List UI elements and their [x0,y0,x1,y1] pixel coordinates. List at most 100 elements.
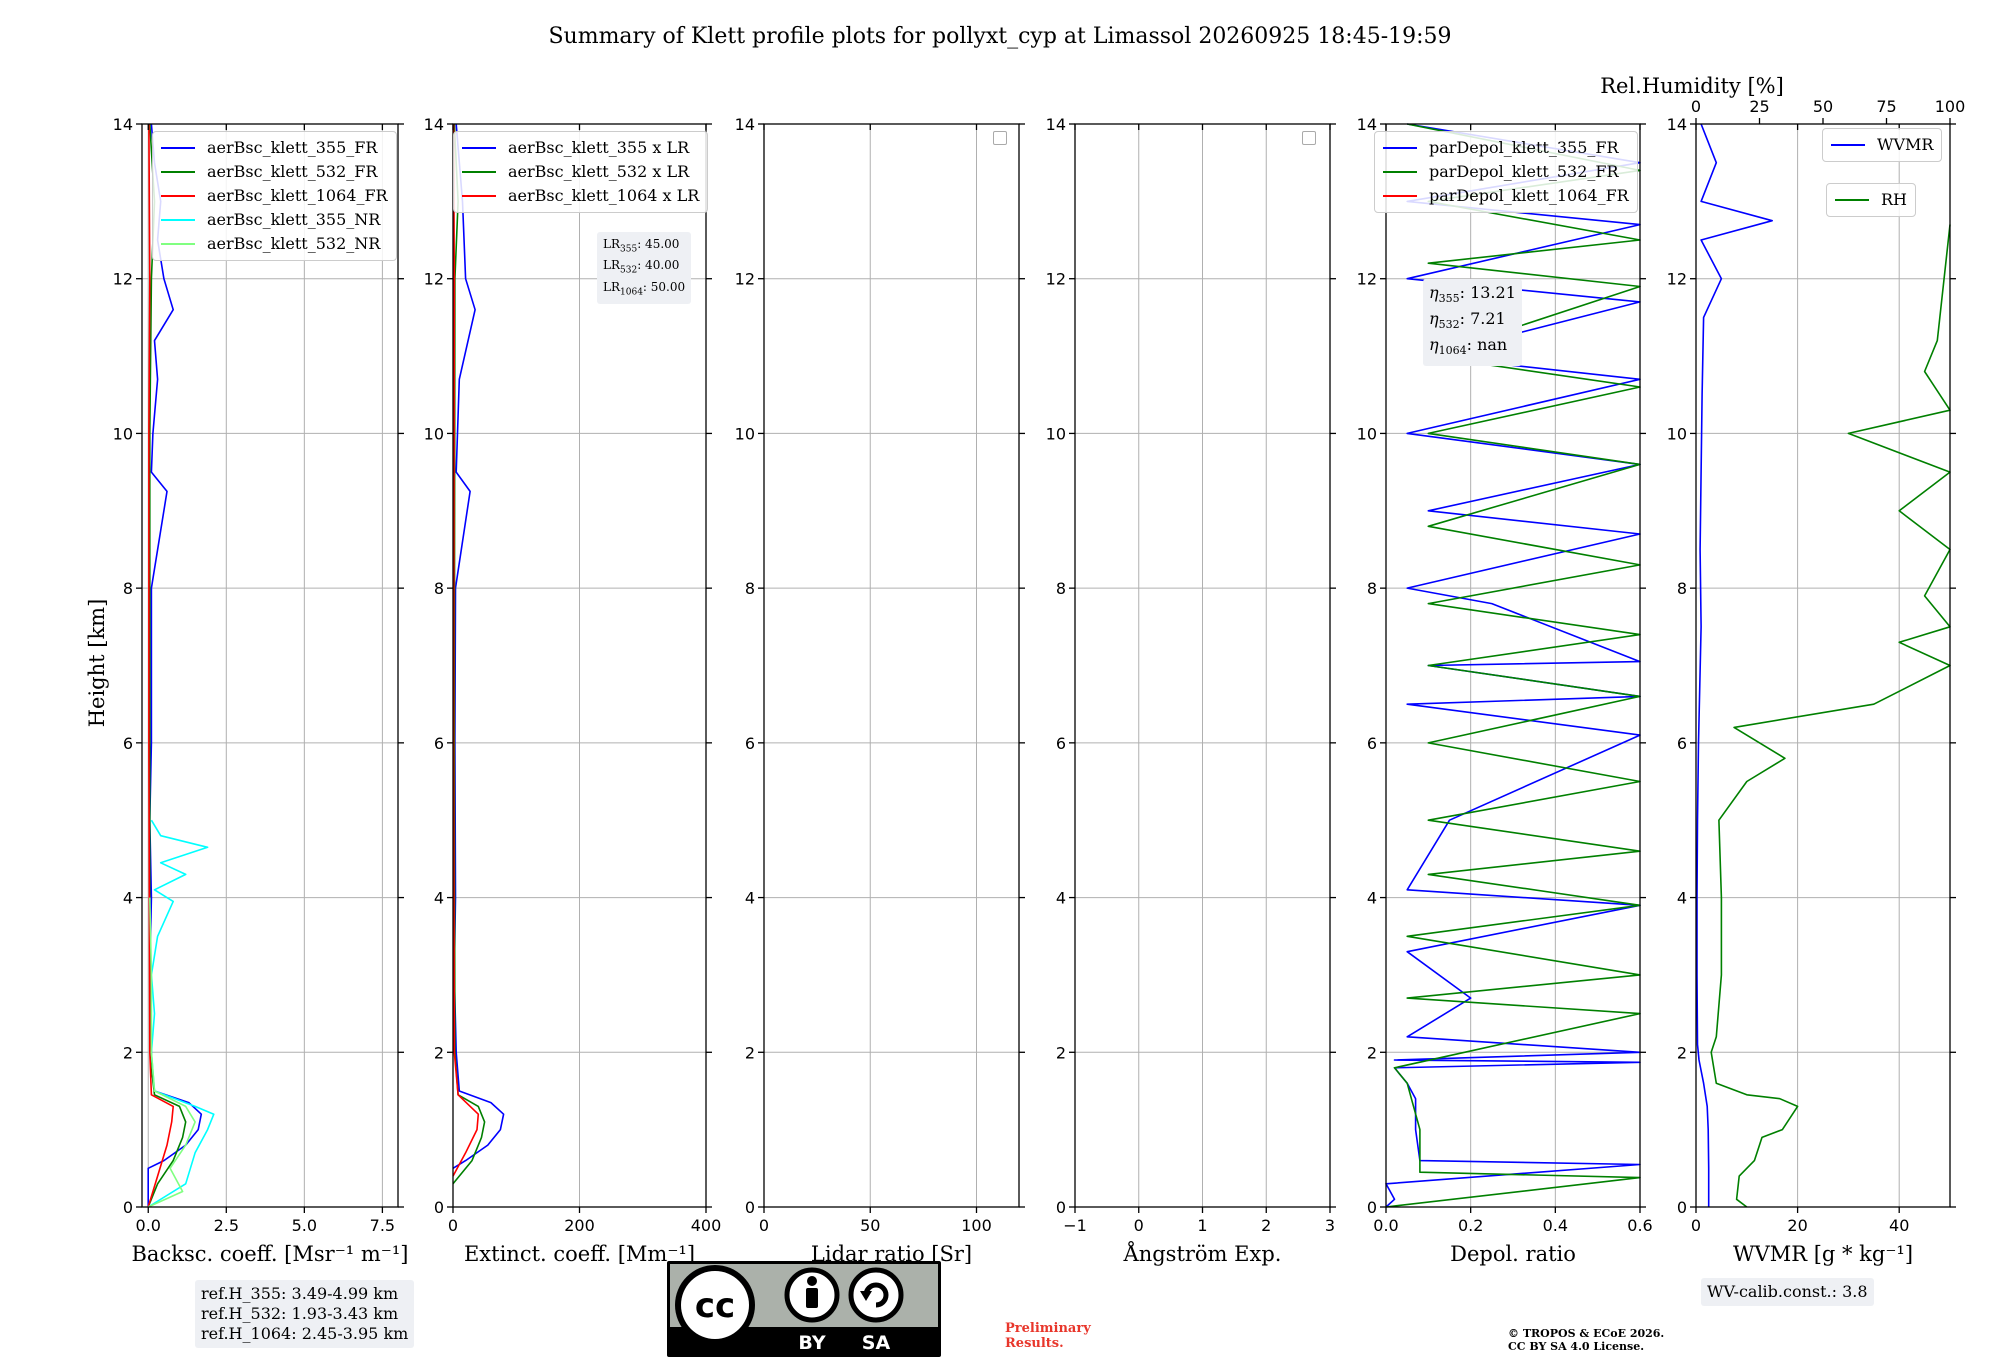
x-axis-label: Ångström Exp. [1123,1241,1282,1266]
x-axis-label: Extinct. coeff. [Mm⁻¹] [464,1242,695,1266]
depol-legend-swatch [1383,171,1417,173]
y-tick-label: 12 [1046,270,1066,289]
y-tick-label: 6 [123,734,133,753]
rh-axis-label: Rel.Humidity [%] [1600,74,1784,98]
rh-tick-label: 100 [1935,97,1966,116]
extinction-legend-label: aerBsc_klett_355 x LR [508,138,690,157]
backscatter-legend-row: aerBsc_klett_355_FR [161,136,388,160]
extinction-legend-label: aerBsc_klett_532 x LR [508,162,690,181]
extinction-legend: aerBsc_klett_355 x LR aerBsc_klett_532 x … [453,131,709,213]
y-tick-label: 14 [1357,115,1377,134]
lidar-ratio-empty-legend [993,131,1007,145]
x-tick-label: 0 [448,1216,458,1235]
x-tick-label: 0 [1691,1216,1701,1235]
rh-legend-label: RH [1881,190,1907,209]
extinction-legend-swatch [462,195,496,197]
depol-legend-label: parDepol_klett_355_FR [1429,138,1619,157]
y-tick-label: 12 [1667,270,1687,289]
series-aerbsc-klett-355-x-lr [452,123,505,1169]
backscatter-legend-row: aerBsc_klett_355_NR [161,208,388,232]
x-tick-label: 2 [1261,1216,1271,1235]
y-tick-label: 12 [424,270,444,289]
y-tick-label: 8 [123,579,133,598]
y-tick-label: 14 [735,115,755,134]
x-axis-label: WVMR [g * kg⁻¹] [1733,1242,1913,1266]
depol-legend-row: parDepol_klett_532_FR [1383,160,1629,184]
series-aerbsc-klett-532-x-lr [452,123,486,1185]
y-tick-label: 6 [1056,734,1066,753]
backscatter-legend-swatch [161,147,195,149]
copyright-note: © TROPOS & ECoE 2026. CC BY SA 4.0 Licen… [1508,1327,1664,1353]
y-tick-label: 2 [1056,1043,1066,1062]
x-tick-label: 40 [1889,1216,1909,1235]
backscatter-legend-label: aerBsc_klett_532_NR [207,234,381,253]
series-aerbsc-klett-1064-x-lr [452,123,480,1177]
svg-text:BY: BY [798,1332,825,1354]
depol-legend-swatch [1383,195,1417,197]
y-tick-label: 10 [1357,424,1377,443]
copyright-line-1: © TROPOS & ECoE 2026. [1508,1327,1665,1340]
x-tick-label: 200 [564,1216,595,1235]
series-rh [1710,224,1951,1208]
y-tick-label: 6 [1677,734,1687,753]
backscatter-legend-row: aerBsc_klett_532_NR [161,232,388,256]
y-tick-label: 12 [735,270,755,289]
y-tick-label: 14 [1046,115,1066,134]
y-tick-label: 2 [434,1043,444,1062]
rh-tick-label: 25 [1749,97,1769,116]
x-tick-label: 100 [961,1216,992,1235]
extinction-legend-swatch [462,147,496,149]
extinction-legend-row: aerBsc_klett_355 x LR [462,136,699,160]
x-tick-label: 0.6 [1627,1216,1652,1235]
x-tick-label: −1 [1063,1216,1087,1235]
panels: 024681012140.0 2.5 5.0 7.5Backsc. coeff. [M… [113,97,1966,1266]
backscatter-legend-label: aerBsc_klett_355_FR [207,138,378,157]
y-tick-label: 10 [1667,424,1687,443]
reference-height-line: ref.H_1064: 2.45-3.95 km [201,1324,409,1343]
y-tick-label: 10 [1046,424,1066,443]
wvmr-legend-swatch [1831,144,1865,146]
reference-height-line: ref.H_355: 3.49-4.99 km [201,1284,399,1303]
backscatter-legend-row: aerBsc_klett_1064_FR [161,184,388,208]
eta-line: η532: 7.21 [1429,309,1506,332]
eta-box: η355: 13.21 η532: 7.21 η1064: nan [1423,279,1522,366]
eta-line: η355: 13.21 [1429,283,1516,306]
x-tick-label: 2.5 [214,1216,239,1235]
y-tick-label: 2 [1367,1043,1377,1062]
depol-legend-row: parDepol_klett_1064_FR [1383,184,1629,208]
backscatter-legend: aerBsc_klett_355_FR aerBsc_klett_532_FR ae… [152,131,397,261]
axes-frame [141,123,399,1208]
y-tick-label: 12 [1357,270,1377,289]
x-tick-label: 0 [1134,1216,1144,1235]
depol-legend-label: parDepol_klett_532_FR [1429,162,1619,181]
x-tick-label: 7.5 [370,1216,395,1235]
svg-text:cc: cc [695,1286,735,1326]
x-tick-label: 50 [860,1216,880,1235]
rh-tick-label: 50 [1813,97,1833,116]
y-tick-label: 0 [1677,1198,1687,1217]
wv-calibration-box: WV-calib.const.: 3.8 [1701,1278,1874,1306]
x-tick-label: 1 [1197,1216,1207,1235]
y-tick-label: 4 [434,889,444,908]
wvmr-legend: WVMR [1822,128,1943,162]
series-aerbsc-klett-355-fr [147,123,203,1207]
y-tick-label: 10 [735,424,755,443]
backscatter-legend-swatch [161,171,195,173]
y-tick-label: 2 [1677,1043,1687,1062]
x-tick-label: 0.0 [136,1216,161,1235]
x-axis-label: Backsc. coeff. [Msr⁻¹ m⁻¹] [132,1242,409,1266]
depol-legend-swatch [1383,147,1417,149]
extinction-legend-row: aerBsc_klett_1064 x LR [462,184,699,208]
depol-legend-label: parDepol_klett_1064_FR [1429,186,1629,205]
y-axis-label: Height [km] [85,599,109,728]
y-tick-label: 4 [1677,889,1687,908]
rh-legend-swatch [1835,199,1869,201]
y-tick-label: 6 [434,734,444,753]
extinction-legend-swatch [462,171,496,173]
preliminary-line-2: Results. [1005,1336,1064,1351]
y-tick-label: 6 [745,734,755,753]
reference-height-box: ref.H_355: 3.49-4.99 km ref.H_532: 1.93-3… [195,1280,415,1348]
cc-license-logo: cc BY SA [667,1261,941,1357]
preliminary-line-1: Preliminary [1005,1321,1091,1336]
backscatter-legend-swatch [161,243,195,245]
